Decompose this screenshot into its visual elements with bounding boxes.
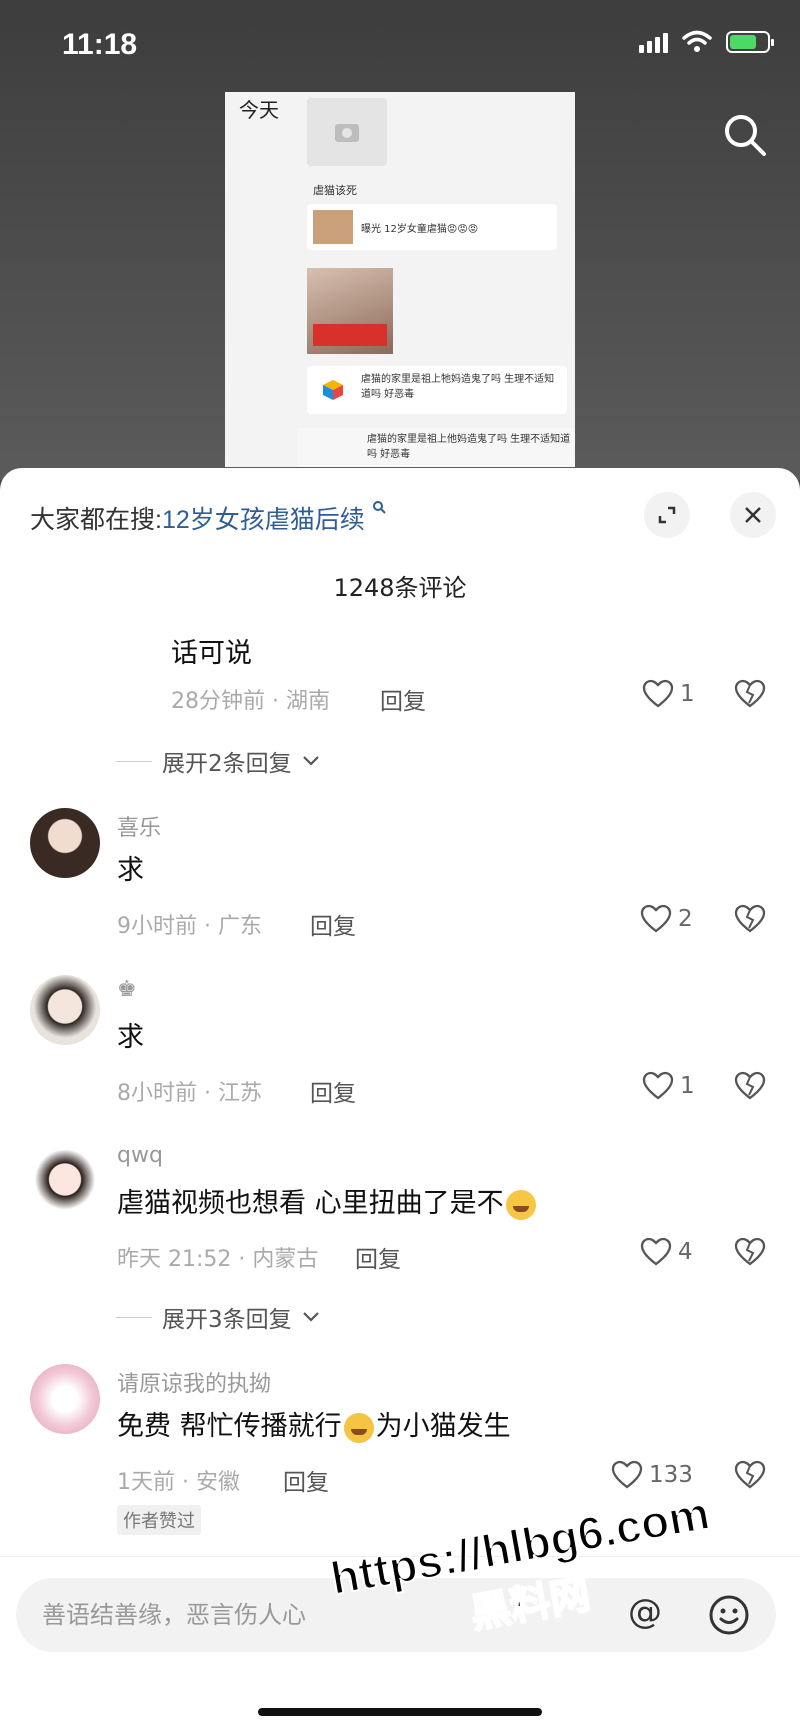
camera-icon xyxy=(335,124,359,142)
username[interactable]: 请原谅我的执拗 xyxy=(117,1366,271,1398)
status-icons xyxy=(639,30,774,54)
chat-message: 曝光 12岁女童虐猫😡😡😡 xyxy=(307,204,557,250)
wifi-icon xyxy=(682,30,712,52)
close-icon xyxy=(745,507,761,523)
expand-replies-label: 展开3条回复 xyxy=(162,1307,292,1333)
emoji-icon[interactable] xyxy=(706,1592,752,1638)
avatar[interactable] xyxy=(30,975,100,1045)
chevron-down-icon xyxy=(302,1312,319,1322)
like-button[interactable]: 1 xyxy=(642,1071,695,1101)
battery-icon xyxy=(726,31,774,53)
author-liked-tag: 作者赞过 xyxy=(117,1505,201,1535)
comment-count-title: 1248条评论 xyxy=(333,574,467,602)
comment-text: 求 xyxy=(117,855,144,886)
comment-text: 话可说 xyxy=(171,638,252,669)
like-count: 4 xyxy=(678,1239,693,1265)
username[interactable]: ♚ xyxy=(117,977,137,1002)
like-button[interactable]: 133 xyxy=(611,1460,693,1490)
video-frame[interactable]: 今天 虐猫该死 曝光 12岁女童虐猫😡😡😡 虐猫的家里是祖上牠妈造鬼了吗 生理不… xyxy=(225,92,575,467)
comment-item: qwq 虐猫视频也想看 心里扭曲了是不 昨天 21:52 · 内蒙古 回复 4 xyxy=(0,1141,800,1291)
avatar[interactable] xyxy=(30,1364,100,1434)
username[interactable]: qwq xyxy=(117,1143,163,1168)
like-button[interactable]: 2 xyxy=(640,904,693,934)
home-indicator[interactable] xyxy=(258,1708,542,1716)
dislike-icon[interactable] xyxy=(734,904,766,934)
search-small-icon xyxy=(372,501,386,514)
camera-placeholder xyxy=(307,98,387,166)
close-button[interactable] xyxy=(730,492,776,538)
dislike-icon[interactable] xyxy=(734,679,766,709)
search-icon[interactable] xyxy=(720,110,770,160)
expand-replies-label: 展开2条回复 xyxy=(162,751,292,777)
expand-button[interactable] xyxy=(644,492,690,538)
expand-replies-button[interactable]: 展开3条回复 xyxy=(116,1300,320,1334)
heart-icon xyxy=(642,1071,674,1100)
like-count: 2 xyxy=(678,906,693,932)
expand-icon xyxy=(658,506,676,524)
status-time: 11:18 xyxy=(62,28,138,61)
heart-icon xyxy=(642,679,674,708)
video-background: 11:18 今天 虐猫该死 曝光 12岁女童虐猫😡😡😡 虐猫的家里是祖上牠妈造鬼… xyxy=(0,0,800,480)
like-count: 1 xyxy=(680,1073,695,1099)
hot-search-term[interactable]: 12岁女孩虐猫后续 xyxy=(162,506,365,534)
heart-icon xyxy=(640,1237,672,1266)
chevron-down-icon xyxy=(302,756,319,766)
like-count: 1 xyxy=(680,681,695,707)
comment-meta: 昨天 21:52 · 内蒙古 xyxy=(117,1247,319,1272)
comment-text: 求 xyxy=(117,1022,144,1053)
reply-button[interactable]: 回复 xyxy=(310,907,356,941)
hot-search-prefix: 大家都在搜: xyxy=(30,506,162,534)
like-button[interactable]: 1 xyxy=(642,679,695,709)
heart-icon xyxy=(640,904,672,933)
avatar[interactable] xyxy=(30,1141,100,1211)
signal-icon xyxy=(639,31,668,53)
dislike-icon[interactable] xyxy=(734,1071,766,1101)
dislike-icon[interactable] xyxy=(734,1460,766,1490)
reply-button[interactable]: 回复 xyxy=(283,1463,329,1497)
reply-button[interactable]: 回复 xyxy=(310,1074,356,1108)
chat-title: 虐猫该死 xyxy=(313,184,357,197)
like-button[interactable]: 4 xyxy=(640,1237,693,1267)
comment-meta: 28分钟前 · 湖南 xyxy=(171,689,330,714)
comment-text: 免费 帮忙传播就行 为小猫发生 xyxy=(117,1411,511,1443)
comment-text: 虐猫视频也想看 心里扭曲了是不 xyxy=(117,1181,538,1220)
dislike-icon[interactable] xyxy=(734,1237,766,1267)
comment-meta: 9小时前 · 广东 xyxy=(117,914,262,939)
day-label: 今天 xyxy=(239,98,279,122)
chat-message: 虐猫的家里是祖上他妈造鬼了吗 生理不适知道吗 好恶毒 xyxy=(297,428,575,467)
girl-photo xyxy=(307,268,393,354)
comment-item: 话可说 28分钟前 · 湖南 回复 1 xyxy=(0,623,800,743)
comment-meta: 1天前 · 安徽 xyxy=(117,1470,240,1495)
comment-item: 喜乐 求 9小时前 · 广东 回复 2 xyxy=(0,808,800,958)
reply-button[interactable]: 回复 xyxy=(380,682,426,716)
cube-icon xyxy=(323,380,343,400)
comment-meta: 8小时前 · 江苏 xyxy=(117,1081,262,1106)
expand-replies-button[interactable]: 展开2条回复 xyxy=(116,744,320,778)
comment-sheet: 大家都在搜:12岁女孩虐猫后续 1248条评论 话可说 28分钟前 · 湖南 回… xyxy=(0,468,800,1733)
crying-emoji-icon xyxy=(343,1412,374,1443)
hot-search[interactable]: 大家都在搜:12岁女孩虐猫后续 xyxy=(30,500,388,536)
avatar[interactable] xyxy=(30,808,100,878)
like-count: 133 xyxy=(649,1462,693,1488)
chat-message: 虐猫的家里是祖上牠妈造鬼了吗 生理不适知道吗 好恶毒 xyxy=(307,366,567,414)
comment-item: ♚ 求 8小时前 · 江苏 回复 1 xyxy=(0,975,800,1125)
username[interactable]: 喜乐 xyxy=(117,810,161,842)
heart-icon xyxy=(611,1460,643,1489)
laughing-emoji-icon xyxy=(505,1189,536,1220)
reply-button[interactable]: 回复 xyxy=(355,1240,401,1274)
